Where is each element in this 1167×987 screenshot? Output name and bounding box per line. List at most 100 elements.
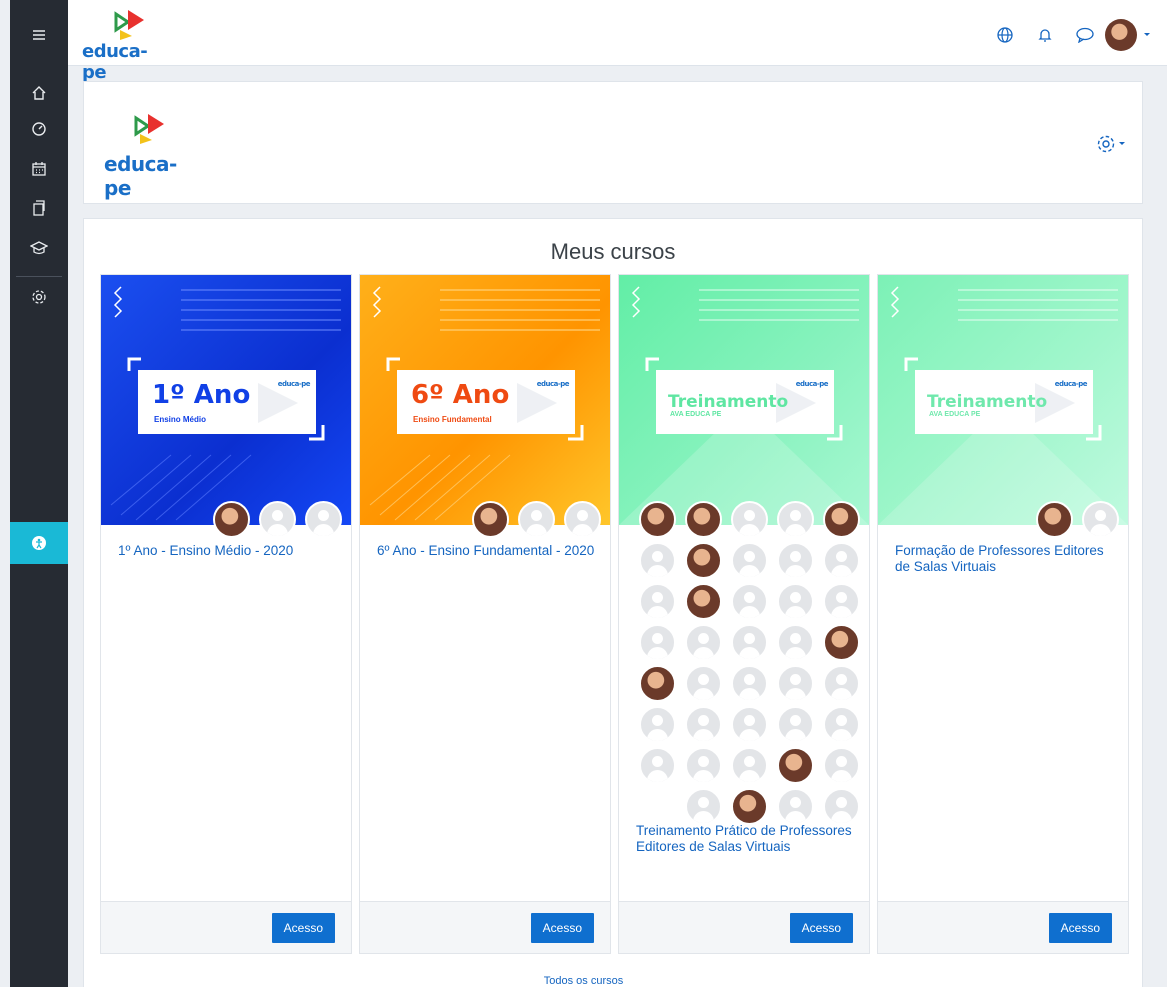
avatar[interactable] [639, 501, 676, 538]
avatar[interactable] [731, 788, 768, 825]
user-menu[interactable] [1105, 19, 1167, 51]
avatar[interactable] [823, 542, 860, 579]
access-button[interactable]: Acesso [530, 913, 594, 943]
avatar[interactable] [472, 501, 509, 538]
avatar[interactable] [685, 583, 722, 620]
course-footer: Acesso [360, 901, 610, 953]
block-title: Meus cursos [550, 239, 676, 264]
course-image[interactable]: Treinamento AVA EDUCA PE educa-pe [619, 275, 869, 525]
topbar-actions [985, 19, 1167, 51]
avatar[interactable] [777, 583, 814, 620]
avatar[interactable] [731, 542, 768, 579]
banner-card: Treinamento AVA EDUCA PE educa-pe [656, 370, 834, 434]
avatar[interactable] [685, 665, 722, 702]
all-courses-link[interactable]: Todos os cursos [0, 975, 1167, 987]
page-header: educa-pe [83, 81, 1143, 204]
course-card: 1º Ano Ensino Médio educa-pe 1º Ano - En… [100, 274, 352, 954]
avatar[interactable] [1036, 501, 1073, 538]
messages-icon[interactable] [1065, 27, 1105, 43]
courses-icon[interactable] [10, 233, 68, 263]
course-image[interactable]: Treinamento AVA EDUCA PE educa-pe [878, 275, 1128, 525]
course-card: Treinamento AVA EDUCA PE educa-pe Formaç… [877, 274, 1129, 954]
avatar[interactable] [823, 788, 860, 825]
avatar[interactable] [777, 542, 814, 579]
banner-card: Treinamento AVA EDUCA PE educa-pe [915, 370, 1093, 434]
course-image[interactable]: 1º Ano Ensino Médio educa-pe [101, 275, 351, 525]
header-logo: educa-pe [102, 112, 200, 200]
avatar[interactable] [259, 501, 296, 538]
avatar[interactable] [777, 788, 814, 825]
avatar[interactable] [731, 747, 768, 784]
avatar[interactable] [685, 788, 722, 825]
page-settings-button[interactable] [1096, 134, 1126, 154]
files-icon[interactable] [10, 193, 68, 223]
avatar[interactable] [731, 583, 768, 620]
avatar[interactable] [518, 501, 555, 538]
avatar[interactable] [639, 665, 676, 702]
banner-title: 1º Ano [152, 380, 251, 410]
avatar[interactable] [731, 665, 768, 702]
home-icon[interactable] [10, 78, 68, 108]
banner-logo: educa-pe [277, 380, 311, 388]
accessibility-button[interactable] [10, 522, 68, 564]
rail-divider [16, 276, 62, 277]
avatar[interactable] [823, 624, 860, 661]
avatar[interactable] [777, 706, 814, 743]
avatar[interactable] [639, 624, 676, 661]
avatar[interactable] [1082, 501, 1119, 538]
avatar[interactable] [823, 747, 860, 784]
avatar[interactable] [213, 501, 250, 538]
access-button[interactable]: Acesso [1048, 913, 1112, 943]
nav-drawer-rail [10, 0, 68, 987]
avatar[interactable] [685, 542, 722, 579]
access-button[interactable]: Acesso [271, 913, 335, 943]
course-title-link[interactable]: 1º Ano - Ensino Médio - 2020 [118, 543, 338, 559]
avatar[interactable] [823, 706, 860, 743]
avatar[interactable] [823, 583, 860, 620]
banner-subtitle: AVA EDUCA PE [929, 411, 981, 418]
avatar[interactable] [685, 747, 722, 784]
calendar-icon[interactable] [10, 154, 68, 184]
avatar[interactable] [777, 501, 814, 538]
banner-title: Treinamento [927, 392, 1048, 412]
menu-icon[interactable] [10, 20, 68, 50]
course-title-link[interactable]: Treinamento Prático de Professores Edito… [636, 823, 856, 855]
avatar[interactable] [823, 665, 860, 702]
language-icon[interactable] [985, 27, 1025, 43]
course-title-link[interactable]: Formação de Professores Editores de Sala… [895, 543, 1115, 575]
avatar[interactable] [731, 624, 768, 661]
banner-subtitle: Ensino Médio [154, 415, 206, 424]
avatar[interactable] [685, 624, 722, 661]
avatar[interactable] [823, 501, 860, 538]
brand-name: educa-pe [82, 41, 148, 83]
course-footer: Acesso [878, 901, 1128, 953]
brand-logo[interactable]: educa-pe [82, 6, 162, 83]
avatar[interactable] [639, 706, 676, 743]
course-footer: Acesso [101, 901, 351, 953]
avatar[interactable] [731, 501, 768, 538]
participant-avatars [639, 501, 879, 829]
access-button[interactable]: Acesso [789, 913, 853, 943]
my-courses-block: Meus cursos 1º Ano Ensino Médio educa-pe… [83, 218, 1143, 987]
avatar[interactable] [777, 624, 814, 661]
participant-avatars [1036, 501, 1167, 542]
avatar[interactable] [685, 501, 722, 538]
avatar[interactable] [564, 501, 601, 538]
course-title-link[interactable]: 6º Ano - Ensino Fundamental - 2020 [377, 543, 597, 559]
avatar[interactable] [639, 542, 676, 579]
avatar[interactable] [639, 583, 676, 620]
avatar[interactable] [639, 747, 676, 784]
banner-title: 6º Ano [411, 380, 510, 410]
avatar[interactable] [731, 706, 768, 743]
dashboard-icon[interactable] [10, 114, 68, 144]
notifications-icon[interactable] [1025, 27, 1065, 43]
avatar[interactable] [685, 706, 722, 743]
avatar[interactable] [777, 665, 814, 702]
avatar[interactable] [305, 501, 342, 538]
banner-logo: educa-pe [795, 380, 829, 388]
accessibility-icon [32, 536, 46, 550]
gear-icon [1097, 135, 1115, 153]
course-image[interactable]: 6º Ano Ensino Fundamental educa-pe [360, 275, 610, 525]
settings-icon[interactable] [10, 282, 68, 312]
avatar[interactable] [777, 747, 814, 784]
